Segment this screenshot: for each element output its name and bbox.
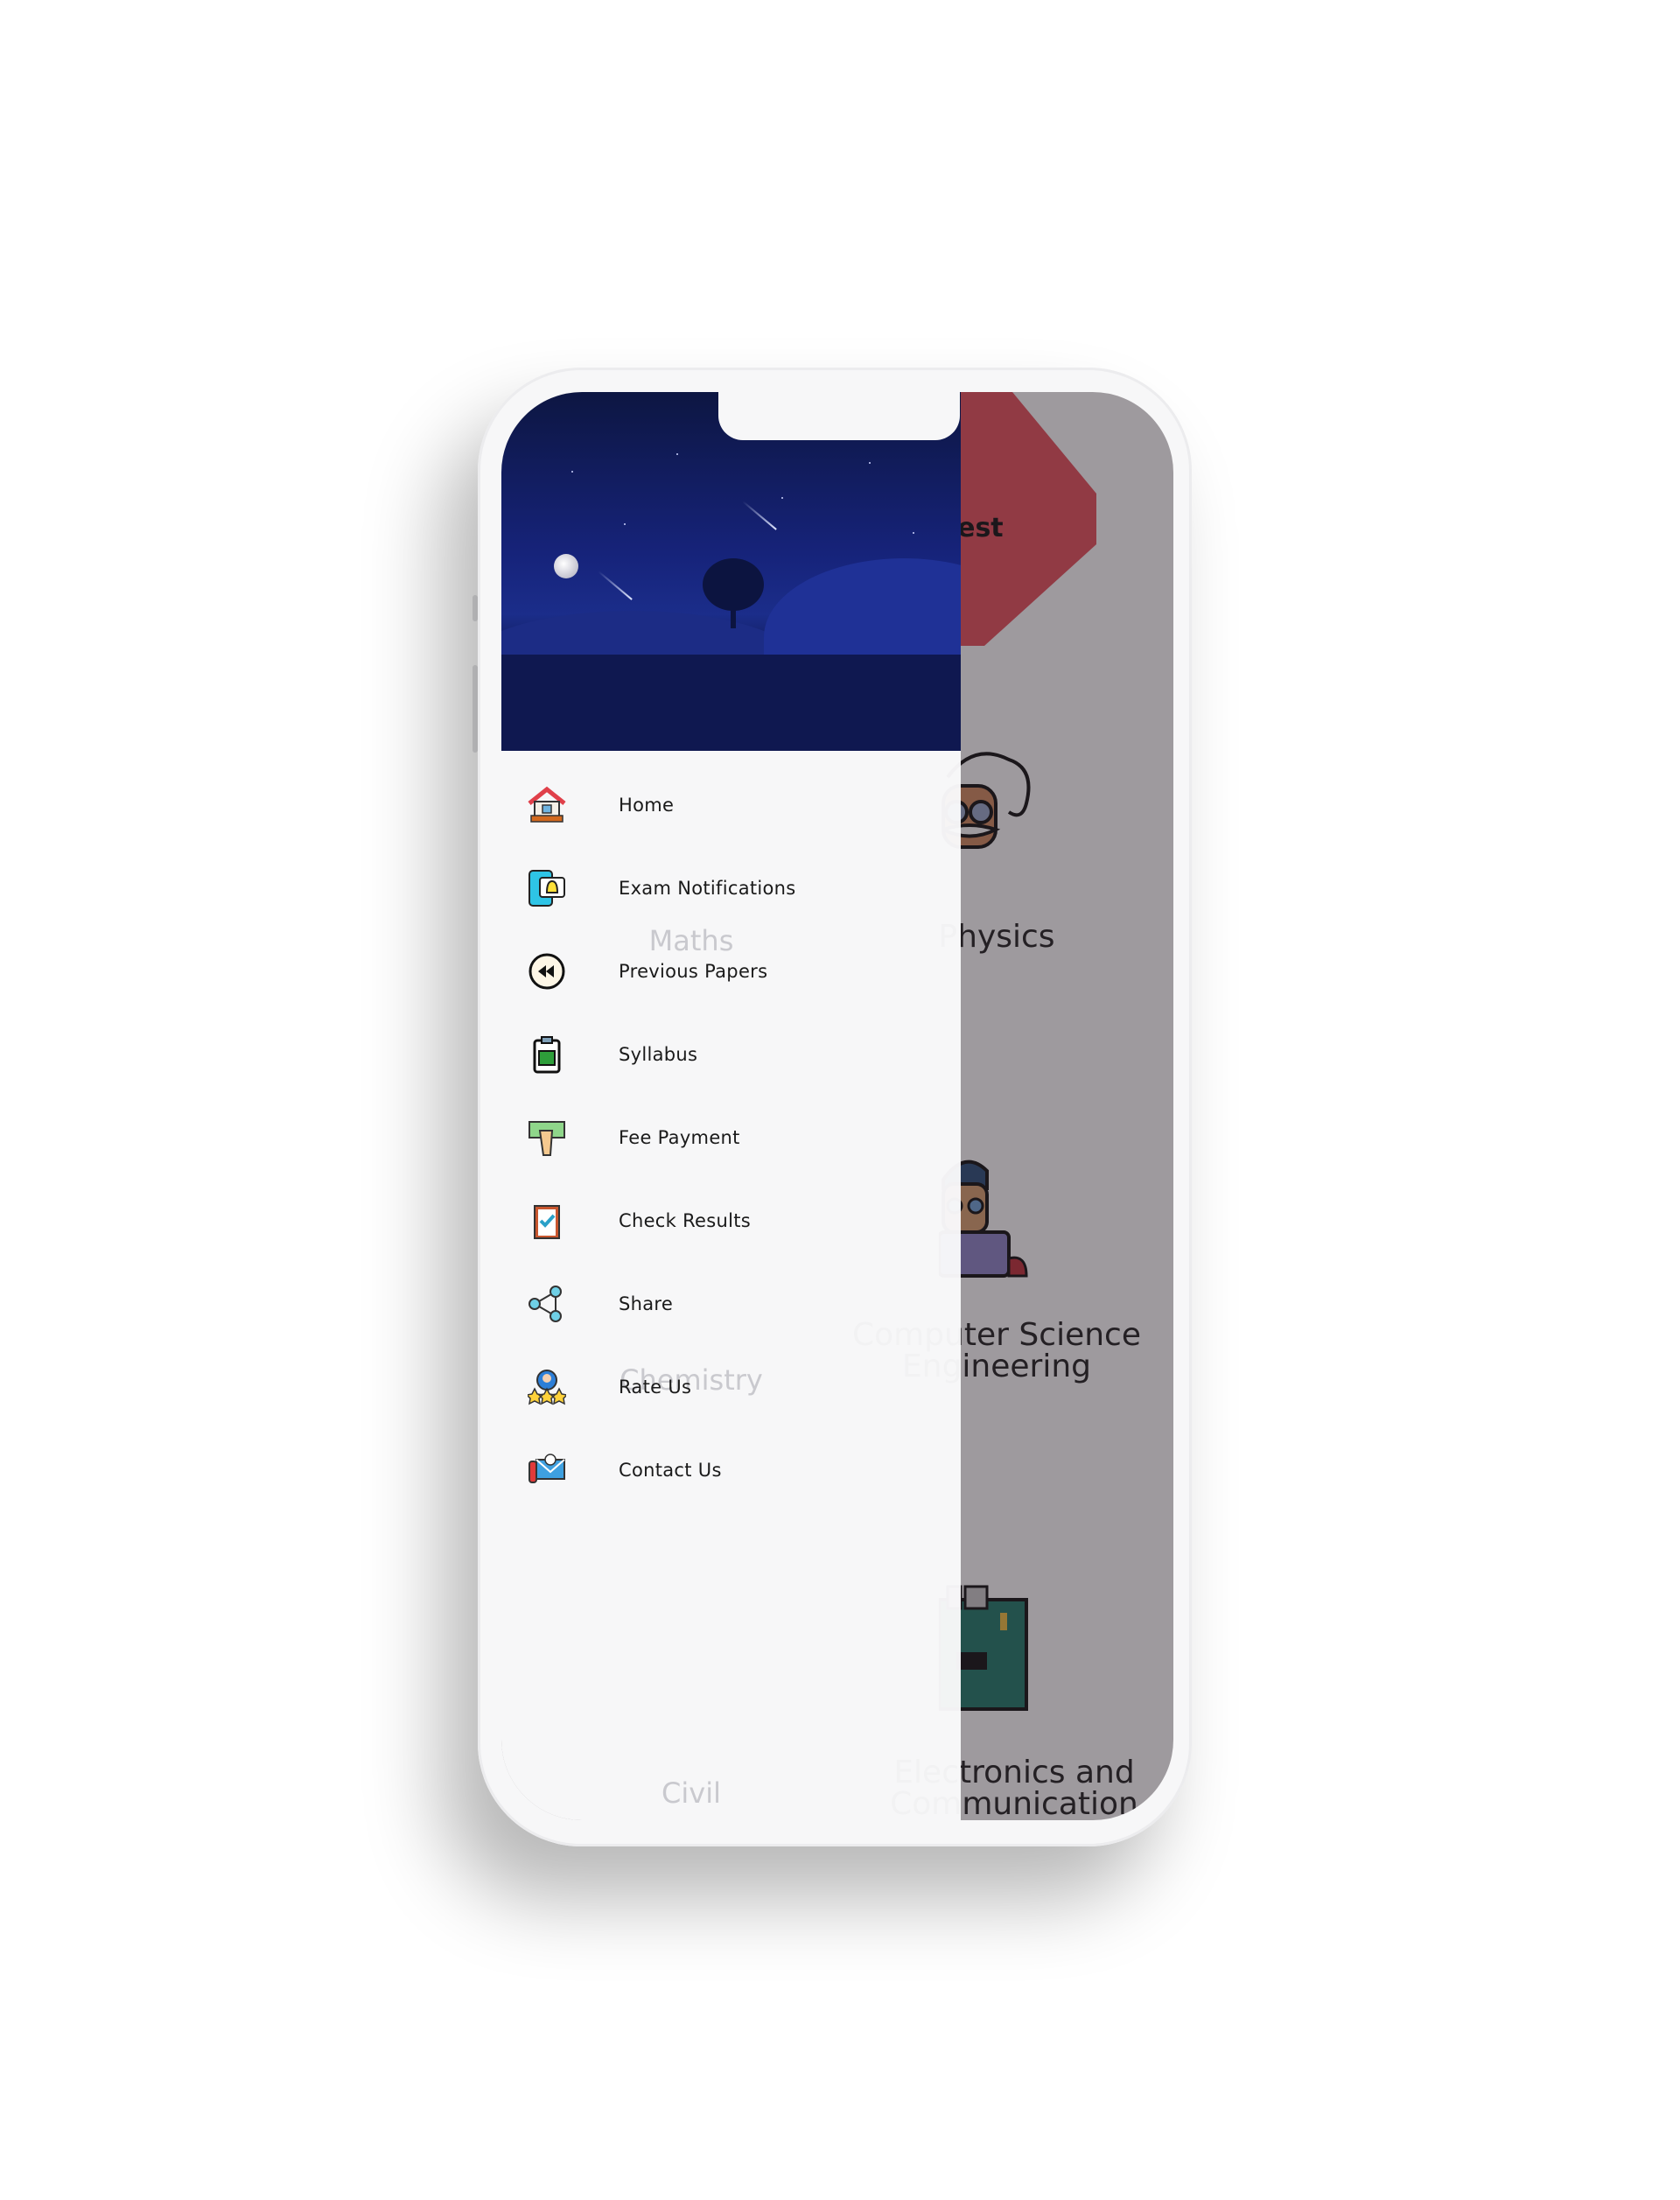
subject-civil: Civil [662,1776,721,1810]
menu-label: Fee Payment [619,1127,740,1148]
contact-mail-phone-icon [528,1454,565,1483]
menu-item-syllabus[interactable]: Syllabus [501,1019,961,1089]
menu-label: Check Results [619,1210,752,1231]
rating-stars-icon [528,1370,566,1405]
home-icon [528,786,566,823]
moon [554,554,578,578]
money-hand-icon [528,1121,565,1156]
menu-label: Syllabus [619,1044,698,1065]
notification-bell-icon [528,870,565,907]
menu-item-home[interactable]: Home [501,770,961,840]
menu-label: Exam Notifications [619,878,796,899]
drawer-header-image [501,392,961,751]
menu-label: Share [619,1293,674,1314]
rewind-icon [528,953,565,990]
menu-item-previous-papers[interactable]: Previous Papers [501,936,961,1006]
menu-label: Contact Us [619,1460,722,1481]
navigation-drawer: Maths Chemistry Civil Home Exam Notifica… [501,392,961,1820]
menu-label: Previous Papers [619,961,768,982]
menu-item-exam-notifications[interactable]: Exam Notifications [501,853,961,923]
share-icon [528,1286,562,1322]
menu-item-share[interactable]: Share [501,1269,961,1339]
menu-item-contact-us[interactable]: Contact Us [501,1435,961,1505]
clipboard-book-icon [533,1036,561,1074]
clipboard-check-icon [534,1205,560,1239]
menu-item-rate-us[interactable]: Rate Us [501,1352,961,1422]
menu-label: Home [619,795,675,816]
phone-screen: your test Physics Computer Science Engin… [501,392,1173,1820]
menu-label: Rate Us [619,1377,692,1398]
menu-item-fee-payment[interactable]: Fee Payment [501,1103,961,1173]
menu-item-check-results[interactable]: Check Results [501,1186,961,1256]
phone-notch [718,392,960,440]
